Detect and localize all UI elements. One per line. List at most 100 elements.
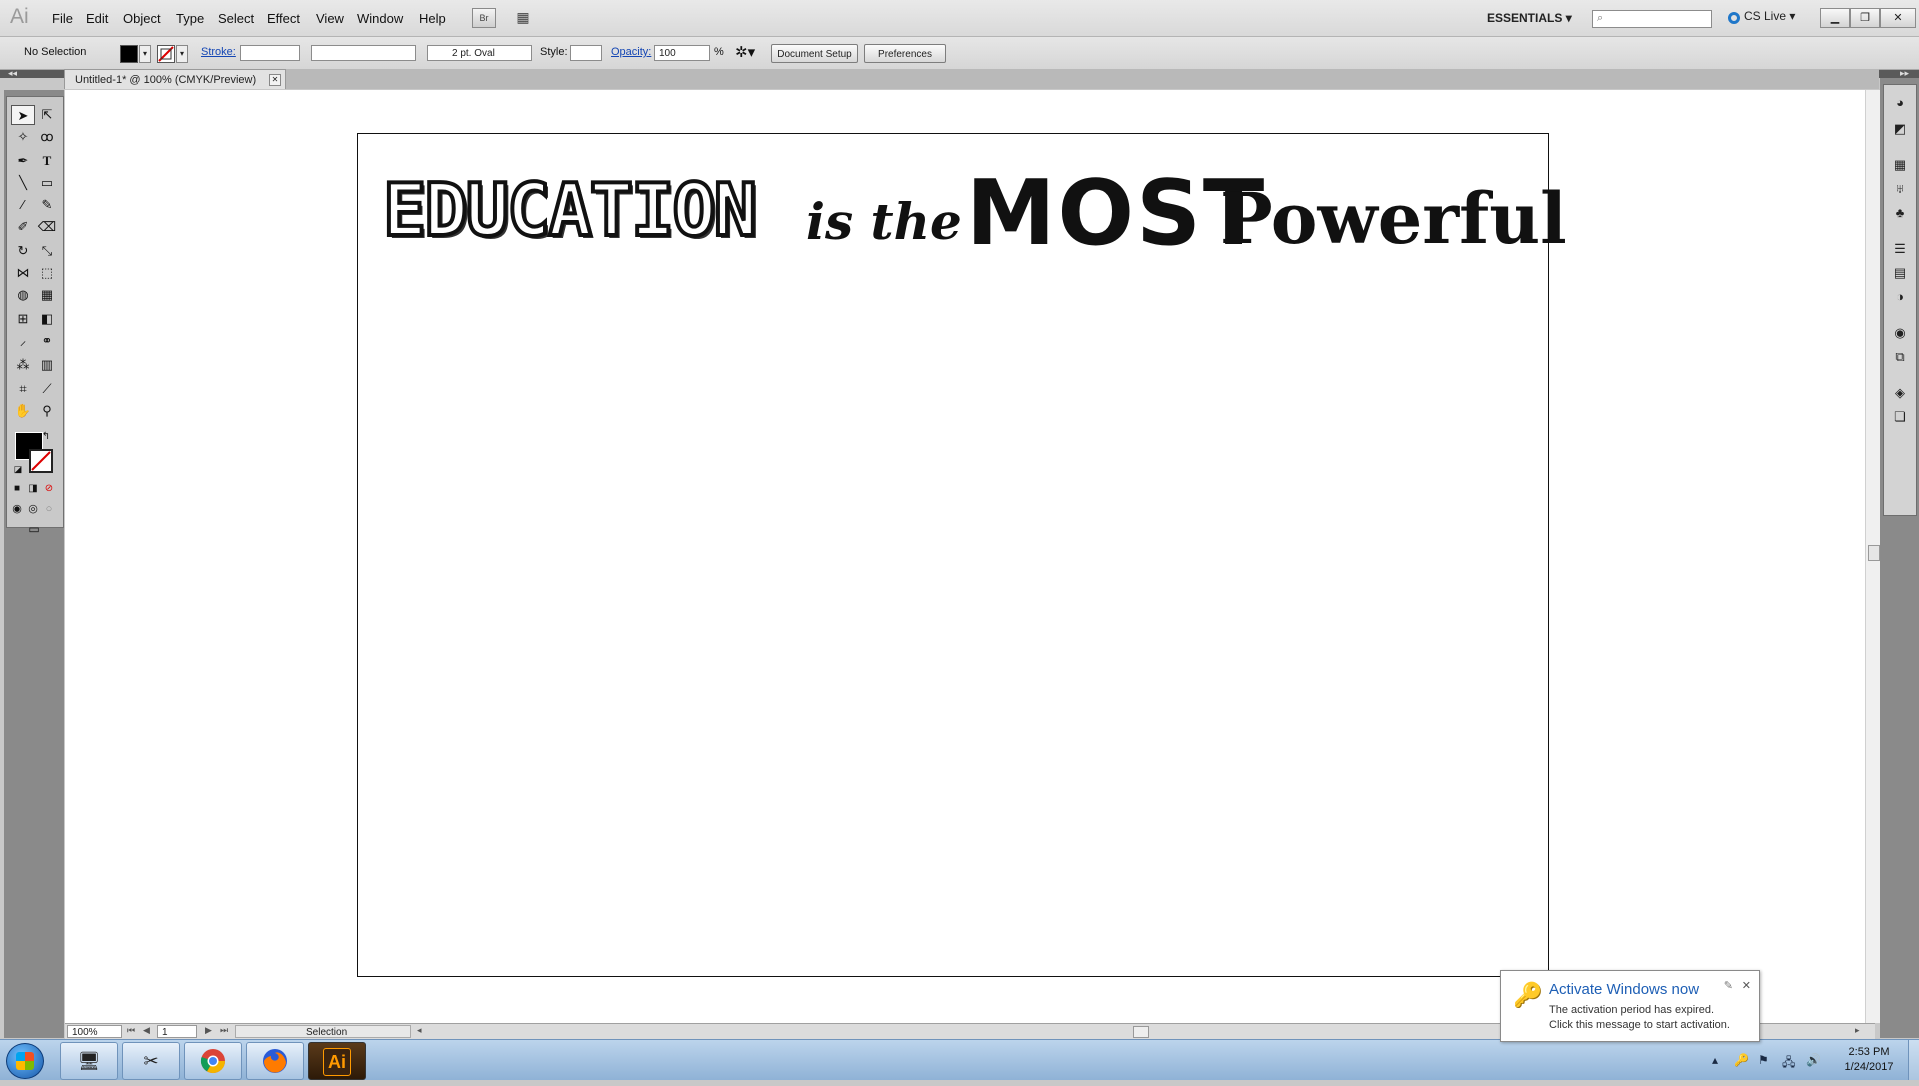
start-button[interactable] [6, 1043, 44, 1079]
stroke-label[interactable]: Stroke: [201, 46, 236, 58]
first-artboard-icon[interactable]: ⏮ [127, 1025, 135, 1036]
bridge-icon[interactable]: Br [472, 8, 496, 28]
taskbar-firefox[interactable] [246, 1042, 304, 1080]
restore-button[interactable]: ❐ [1850, 8, 1880, 28]
color-panel-icon[interactable]: ◕ [1891, 95, 1909, 111]
selection-tool-icon[interactable]: ➤ [11, 105, 35, 125]
pen-tool-icon[interactable]: ✒ [11, 151, 35, 171]
menu-view[interactable]: View [316, 11, 344, 26]
pencil-tool-icon[interactable]: ✎ [35, 195, 59, 215]
symbols-panel-icon[interactable]: ♣ [1891, 205, 1909, 221]
stroke-panel-icon[interactable]: ☰ [1891, 241, 1909, 257]
graphic-styles-panel-icon[interactable]: ⧉ [1891, 349, 1909, 365]
workspace-switcher[interactable]: ESSENTIALS ▾ [1487, 11, 1572, 25]
gradient-panel-icon[interactable]: ▤ [1891, 265, 1909, 281]
menu-edit[interactable]: Edit [86, 11, 108, 26]
symbol-sprayer-tool-icon[interactable]: ⁂ [11, 355, 35, 375]
swatches-panel-icon[interactable]: ▦ [1891, 157, 1909, 173]
menu-object[interactable]: Object [123, 11, 161, 26]
menu-window[interactable]: Window [357, 11, 403, 26]
gradient-mode-icon[interactable]: ◨ [25, 479, 41, 499]
magic-wand-tool-icon[interactable]: ✧ [11, 127, 35, 147]
zoom-tool-icon[interactable]: ⚲ [35, 401, 59, 421]
menu-select[interactable]: Select [218, 11, 254, 26]
direct-selection-tool-icon[interactable]: ⇱ [35, 105, 59, 125]
close-button[interactable]: ✕ [1880, 8, 1916, 28]
show-desktop-button[interactable] [1908, 1040, 1919, 1080]
artboard[interactable]: EDUCATION is the MOST Powerful [357, 133, 1567, 977]
draw-behind-icon[interactable]: ◎ [25, 499, 41, 519]
show-hidden-icons-icon[interactable]: ▴ [1712, 1053, 1718, 1067]
close-tab-icon[interactable]: ✕ [269, 74, 281, 86]
vertical-scroll-thumb[interactable] [1868, 545, 1880, 561]
close-notification-icon[interactable]: ✕ [1742, 979, 1751, 992]
artboards-panel-icon[interactable]: ❏ [1891, 409, 1909, 425]
artwork-word-education[interactable]: EDUCATION [381, 168, 759, 252]
perspective-grid-tool-icon[interactable]: ▦ [35, 285, 59, 305]
vertical-scrollbar[interactable] [1865, 90, 1880, 1023]
activation-tray-icon[interactable]: 🔑 [1734, 1053, 1749, 1067]
cs-live-menu[interactable]: CS Live ▾ [1728, 9, 1795, 24]
menu-effect[interactable]: Effect [267, 11, 300, 26]
opacity-field[interactable]: 100 [654, 45, 710, 61]
blend-tool-icon[interactable]: ⚭ [35, 331, 59, 351]
menu-file[interactable]: File [52, 11, 73, 26]
artwork-word-is-the[interactable]: is the [806, 192, 962, 252]
draw-normal-icon[interactable]: ◉ [9, 499, 25, 519]
shape-builder-tool-icon[interactable]: ◍ [11, 285, 35, 305]
brush-definition-select[interactable]: 2 pt. Oval [427, 45, 532, 61]
rotate-tool-icon[interactable]: ↻ [11, 241, 35, 261]
volume-icon[interactable]: 🔊 [1806, 1053, 1821, 1067]
artwork-word-powerful[interactable]: Powerful [1220, 174, 1567, 264]
canvas-area[interactable]: EDUCATION is the MOST Powerful [65, 90, 1875, 1023]
screen-mode-icon[interactable]: ▭ [21, 519, 47, 539]
width-tool-icon[interactable]: ⋈ [11, 263, 35, 283]
options-icon[interactable]: ✎ [1724, 979, 1733, 992]
stroke-weight-field[interactable] [240, 45, 300, 61]
minimize-button[interactable]: ▁ [1820, 8, 1850, 28]
taskbar-illustrator[interactable]: Ai [308, 1042, 366, 1080]
variable-width-select[interactable] [311, 45, 416, 61]
appearance-panel-icon[interactable]: ◉ [1891, 325, 1909, 341]
column-graph-tool-icon[interactable]: ▥ [35, 355, 59, 375]
collapse-left-icon[interactable]: ◂◂ [8, 68, 17, 79]
paintbrush-tool-icon[interactable]: ⁄ [11, 195, 35, 215]
lasso-tool-icon[interactable]: ꝏ [35, 127, 59, 147]
taskbar-snipping-tool[interactable]: ✂ [122, 1042, 180, 1080]
network-icon[interactable]: 🖧 [1782, 1053, 1795, 1074]
graphic-style-select[interactable] [570, 45, 602, 61]
next-artboard-icon[interactable]: ▶ [205, 1025, 212, 1036]
artboard-tool-icon[interactable]: ⌗ [11, 379, 35, 399]
stroke-dropdown[interactable]: ▾ [176, 45, 188, 63]
line-tool-icon[interactable]: ╲ [11, 173, 35, 193]
eyedropper-tool-icon[interactable]: ⸝ [11, 331, 35, 351]
taskbar-chrome[interactable] [184, 1042, 242, 1080]
recolor-artwork-icon[interactable]: ✲▾ [735, 43, 755, 61]
eraser-tool-icon[interactable]: ⌫ [35, 217, 59, 237]
current-tool-status[interactable]: Selection [235, 1025, 411, 1038]
layers-panel-icon[interactable]: ◈ [1891, 385, 1909, 401]
arrange-documents-icon[interactable]: ▦ [508, 8, 538, 26]
default-colors-icon[interactable]: ◪ [11, 459, 25, 479]
notification-message[interactable]: The activation period has expired. Click… [1549, 1003, 1754, 1033]
scroll-right-icon[interactable]: ▸ [1855, 1025, 1860, 1036]
preferences-button[interactable]: Preferences [864, 44, 946, 63]
document-setup-button[interactable]: Document Setup [771, 44, 858, 63]
scroll-left-icon[interactable]: ◂ [417, 1025, 422, 1036]
scale-tool-icon[interactable]: ⤡ [35, 241, 59, 261]
artboard-number-field[interactable]: 1 [157, 1025, 197, 1038]
system-clock[interactable]: 2:53 PM 1/24/2017 [1833, 1045, 1905, 1075]
activation-notification[interactable]: 🔑 Activate Windows now The activation pe… [1500, 970, 1760, 1042]
blob-brush-tool-icon[interactable]: ✐ [11, 217, 35, 237]
notification-title[interactable]: Activate Windows now [1549, 981, 1699, 998]
document-tab[interactable]: Untitled-1* @ 100% (CMYK/Preview) ✕ [64, 69, 286, 89]
fill-dropdown[interactable]: ▾ [139, 45, 151, 63]
gradient-tool-icon[interactable]: ◧ [35, 309, 59, 329]
menu-type[interactable]: Type [176, 11, 204, 26]
action-center-icon[interactable]: ⚑ [1758, 1053, 1769, 1067]
zoom-level-select[interactable]: 100% [67, 1025, 122, 1038]
rectangle-tool-icon[interactable]: ▭ [35, 173, 59, 193]
color-guide-icon[interactable]: ◩ [1891, 121, 1909, 137]
free-transform-tool-icon[interactable]: ⬚ [35, 263, 59, 283]
color-mode-icon[interactable]: ■ [9, 479, 25, 499]
